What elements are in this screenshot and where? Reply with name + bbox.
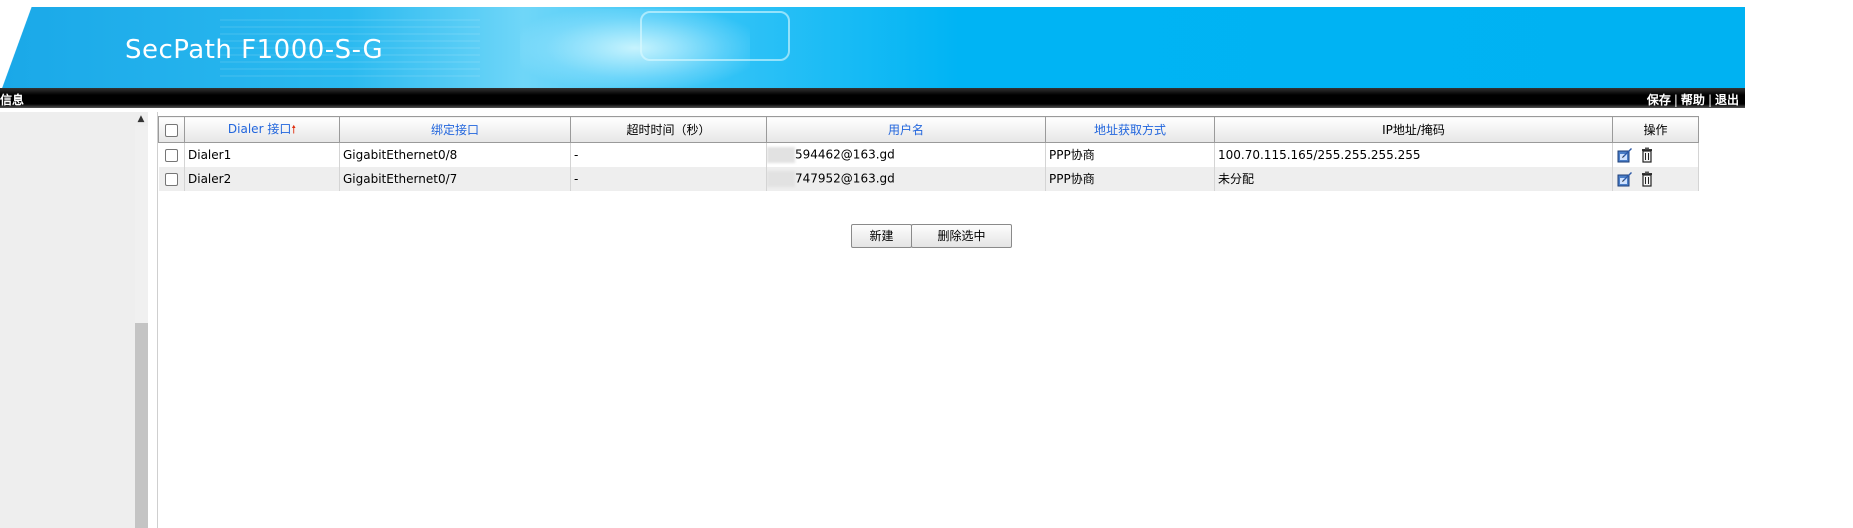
cell-ip-mask: 未分配 bbox=[1214, 166, 1613, 191]
cell-address-method: PPP协商 bbox=[1045, 142, 1215, 167]
cell-operations bbox=[1612, 142, 1699, 167]
delete-selected-button[interactable]: 删除选中 bbox=[911, 224, 1012, 248]
column-header-address-method[interactable]: 地址获取方式 bbox=[1045, 116, 1215, 143]
header-banner: SecPath F1000-S-G bbox=[0, 7, 1745, 88]
cell-timeout: - bbox=[570, 166, 767, 191]
header-corner-cut bbox=[0, 7, 40, 88]
product-title: SecPath F1000-S-G bbox=[125, 35, 384, 65]
row-checkbox[interactable] bbox=[164, 172, 178, 186]
column-header-dialer[interactable]: Dialer 接口🠕 bbox=[184, 116, 340, 143]
edit-icon[interactable] bbox=[1617, 147, 1633, 163]
row-checkbox-cell bbox=[158, 166, 185, 191]
top-toolbar: 信息 保存 | 帮助 | 退出 bbox=[0, 88, 1745, 108]
column-header-ip-mask: IP地址/掩码 bbox=[1214, 116, 1613, 143]
sort-ascending-icon: 🠕 bbox=[291, 122, 297, 136]
toolbar-links: 保存 | 帮助 | 退出 bbox=[1647, 91, 1739, 108]
cell-bind-interface: GigabitEthernet0/7 bbox=[339, 166, 571, 191]
breadcrumb-info: 信息 bbox=[0, 93, 25, 107]
cell-username: 747952@163.gd bbox=[766, 166, 1046, 191]
left-panel-scrollbar-thumb[interactable] bbox=[135, 323, 148, 528]
help-link[interactable]: 帮助 bbox=[1681, 93, 1705, 107]
app-root: SecPath F1000-S-G 信息 保存 | 帮助 | 退出 ▲ Dialer 接… bbox=[0, 0, 1853, 528]
column-header-operations: 操作 bbox=[1612, 116, 1699, 143]
cell-username: 594462@163.gd bbox=[766, 142, 1046, 167]
cell-ip-mask: 100.70.115.165/255.255.255.255 bbox=[1214, 142, 1613, 167]
table-header-row: Dialer 接口🠕 绑定接口 超时时间（秒） 用户名 地址获取方式 IP地址/… bbox=[158, 116, 1699, 143]
cell-bind-interface: GigabitEthernet0/8 bbox=[339, 142, 571, 167]
dialer-table-container: Dialer 接口🠕 绑定接口 超时时间（秒） 用户名 地址获取方式 IP地址/… bbox=[158, 116, 1699, 191]
select-all-checkbox[interactable] bbox=[165, 123, 178, 137]
table-row: Dialer1 GigabitEthernet0/8 - 594462@163.… bbox=[158, 142, 1699, 167]
separator: | bbox=[1707, 93, 1712, 107]
column-header-timeout: 超时时间（秒） bbox=[570, 116, 767, 143]
cell-dialer: Dialer1 bbox=[184, 142, 340, 167]
left-nav-panel bbox=[0, 112, 148, 528]
trash-icon[interactable] bbox=[1639, 171, 1655, 187]
edit-icon[interactable] bbox=[1617, 171, 1633, 187]
cell-address-method: PPP协商 bbox=[1045, 166, 1215, 191]
table-row: Dialer2 GigabitEthernet0/7 - 747952@163.… bbox=[158, 166, 1699, 191]
save-link[interactable]: 保存 bbox=[1647, 93, 1671, 107]
column-header-bind-interface[interactable]: 绑定接口 bbox=[339, 116, 571, 143]
row-checkbox[interactable] bbox=[164, 148, 178, 162]
trash-icon[interactable] bbox=[1639, 147, 1655, 163]
redacted-blur bbox=[767, 146, 795, 163]
redacted-blur bbox=[767, 170, 795, 187]
header-decoration-frame bbox=[640, 11, 790, 61]
select-all-checkbox-cell bbox=[158, 116, 185, 143]
scroll-up-arrow-icon[interactable]: ▲ bbox=[136, 114, 146, 124]
column-header-username[interactable]: 用户名 bbox=[766, 116, 1046, 143]
logout-link[interactable]: 退出 bbox=[1715, 93, 1739, 107]
separator: | bbox=[1673, 93, 1678, 107]
action-buttons: 新建 删除选中 bbox=[851, 224, 1012, 248]
cell-operations bbox=[1612, 166, 1699, 191]
cell-dialer: Dialer2 bbox=[184, 166, 340, 191]
new-button[interactable]: 新建 bbox=[851, 224, 912, 248]
row-checkbox-cell bbox=[158, 142, 185, 167]
dialer-table: Dialer 接口🠕 绑定接口 超时时间（秒） 用户名 地址获取方式 IP地址/… bbox=[158, 116, 1699, 191]
cell-timeout: - bbox=[570, 142, 767, 167]
